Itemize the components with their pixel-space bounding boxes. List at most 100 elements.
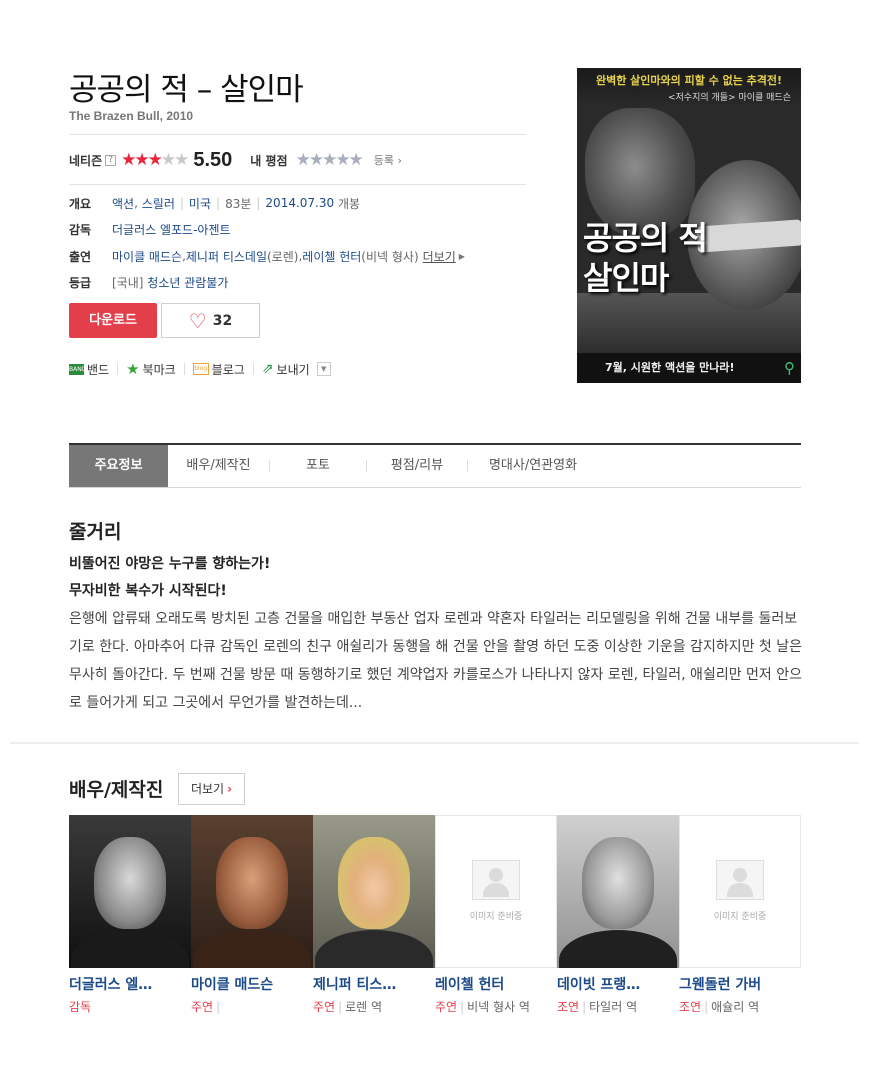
cast-role-info: 주연 | 비넥 형사 역	[435, 997, 553, 1017]
cast-role-type: 주연	[191, 1000, 214, 1014]
cast-role: (비넥 형사)	[361, 249, 419, 264]
grade-link[interactable]: 청소년 관람불가	[147, 274, 228, 291]
info-cast-label: 출연	[69, 249, 92, 264]
like-button[interactable]: ♡ 32	[161, 303, 260, 338]
cast-name-link[interactable]: 레이첼 헌터	[435, 974, 553, 994]
separator: |	[216, 1000, 221, 1014]
release-date-link[interactable]: 2014.07.30	[265, 196, 334, 210]
separator: |	[704, 1000, 709, 1014]
register-rating-link[interactable]: 등록 ›	[374, 152, 402, 168]
cast-photo[interactable]	[557, 815, 679, 968]
synopsis-tagline: 비뚤어진 야망은 누구를 향하는가!	[69, 556, 271, 572]
cast-more-link[interactable]: 더보기	[423, 248, 456, 265]
cast-photo[interactable]	[191, 815, 313, 968]
poster-bottom-text: 7월, 시원한 액션을 만나라!	[605, 361, 735, 374]
tab-main-info[interactable]: 주요정보	[69, 445, 168, 487]
bookmark-label: 북마크	[142, 362, 176, 377]
section-divider	[10, 742, 859, 744]
cast-photo[interactable]	[69, 815, 191, 968]
chevron-down-icon[interactable]: ▼	[316, 362, 331, 376]
bookmark-button[interactable]: ★ 북마크	[126, 360, 176, 378]
placeholder-text: 이미지 준비중	[713, 912, 767, 922]
info-cast-row: 출연 마이클 매드슨, 제니퍼 티스데일 (로렌), 레이첼 헌터 (비넥 형사) …	[69, 247, 465, 265]
share-band-label: 밴드	[87, 362, 110, 377]
cast-link[interactable]: 마이클 매드슨	[112, 248, 182, 265]
rating-row: 네티즌 ? ★★★★★ 5.50 내 평점 ★★★★★ 등록 ›	[69, 148, 402, 172]
separator: |	[179, 196, 184, 210]
help-icon[interactable]: ?	[105, 154, 117, 166]
genre-link[interactable]: 액션	[112, 195, 134, 212]
separator: |	[256, 196, 261, 210]
cast-link[interactable]: 제니퍼 티스데일	[186, 248, 267, 265]
cast-card[interactable]: 마이클 매드슨 주연 |	[191, 815, 313, 1017]
download-button[interactable]: 다운로드	[69, 303, 157, 338]
cast-card[interactable]: 이미지 준비중 레이첼 헌터 주연 | 비넥 형사 역	[435, 815, 557, 1017]
cast-card[interactable]: 제니퍼 티스… 주연 | 로렌 역	[313, 815, 435, 1017]
cast-name-link[interactable]: 데이빗 프랭…	[557, 974, 675, 994]
send-button[interactable]: ⇗ 보내기 ▼	[262, 361, 331, 378]
separator	[183, 363, 185, 375]
info-overview-row: 개요 액션, 스릴러 | 미국 | 83분 | 2014.07.30 개봉	[69, 194, 360, 212]
movie-poster[interactable]: 완벽한 살인마와의 피할 수 없는 추격전! <저수지의 개들> 마이클 매드슨…	[577, 68, 801, 383]
info-director-label: 감독	[69, 222, 92, 237]
divider	[69, 134, 526, 135]
image-placeholder-icon	[716, 860, 764, 900]
chevron-right-icon: ›	[397, 154, 402, 167]
genre-separator: ,	[134, 196, 138, 210]
cast-card[interactable]: 이미지 준비중 그웬돌런 가버 조연 | 애슐리 역	[679, 815, 801, 1017]
cast-name-link[interactable]: 더글러스 엘…	[69, 974, 187, 994]
cast-name-link[interactable]: 마이클 매드슨	[191, 974, 309, 994]
cast-character: 타일러 역	[589, 1000, 638, 1014]
send-icon: ⇗	[261, 361, 274, 377]
cast-more-label: 더보기	[190, 782, 225, 796]
cast-link[interactable]: 레이첼 헌터	[302, 248, 361, 265]
cast-role-info: 감독	[69, 997, 187, 1017]
cast-name-link[interactable]: 그웬돌런 가버	[679, 974, 797, 994]
register-rating-label: 등록	[373, 154, 395, 167]
poster-title-line: 살인마	[583, 259, 669, 297]
my-rating-label: 내 평점	[250, 153, 288, 168]
cast-name-link[interactable]: 제니퍼 티스…	[313, 974, 431, 994]
cast-card[interactable]: 데이빗 프랭… 조연 | 타일러 역	[557, 815, 679, 1017]
poster-tagline-sub: <저수지의 개들> 마이클 매드슨	[667, 93, 791, 103]
cast-photo-placeholder[interactable]: 이미지 준비중	[679, 815, 801, 968]
separator	[252, 363, 254, 375]
band-icon: BAND	[69, 363, 87, 375]
tab-bar: 주요정보 배우/제작진 포토 평점/리뷰 명대사/연관영화	[69, 443, 801, 488]
zoom-icon[interactable]: ⚲	[784, 359, 795, 377]
share-blog-button[interactable]: blog 블로그	[192, 361, 245, 378]
star-icon: ★	[126, 360, 140, 378]
triangle-right-icon: ▶	[458, 251, 465, 261]
cast-role: (로렌)	[267, 249, 299, 264]
info-grade-label: 등급	[69, 275, 92, 290]
divider	[69, 184, 526, 185]
my-rating-stars[interactable]: ★★★★★	[296, 151, 364, 169]
separator: |	[338, 1000, 343, 1014]
cast-role-type: 조연	[557, 1000, 580, 1014]
separator: |	[582, 1000, 587, 1014]
cast-character: 비넥 형사 역	[467, 1000, 530, 1014]
share-band-button[interactable]: BAND 밴드	[69, 361, 109, 378]
cast-role-info: 조연 | 타일러 역	[557, 997, 675, 1017]
grade-prefix: [국내]	[112, 275, 144, 290]
separator: |	[216, 196, 221, 210]
cast-card[interactable]: 더글러스 엘… 감독	[69, 815, 191, 1017]
person-silhouette	[94, 837, 166, 929]
cast-more-button[interactable]: 더보기 ›	[178, 773, 245, 805]
netizen-rating-label: 네티즌	[69, 153, 103, 168]
tab-rating-review[interactable]: 평점/리뷰	[367, 445, 467, 487]
cast-list: 더글러스 엘… 감독 마이클 매드슨 주연 | 제니퍼 티스… 주연 | 로렌 역	[69, 815, 801, 1017]
cast-photo-placeholder[interactable]: 이미지 준비중	[435, 815, 557, 968]
chevron-right-icon: ›	[227, 782, 233, 796]
synopsis-body: 은행에 압류돼 오래도록 방치된 고층 건물을 매입한 부동산 업자 로렌과 약…	[69, 611, 803, 711]
tab-quotes-related[interactable]: 명대사/연관영화	[468, 445, 598, 487]
cast-character: 로렌 역	[345, 1000, 383, 1014]
country-link[interactable]: 미국	[189, 195, 211, 212]
tab-cast-crew[interactable]: 배우/제작진	[168, 445, 269, 487]
separator	[117, 363, 119, 375]
director-link[interactable]: 더글러스 엘포드-아젠트	[112, 221, 231, 238]
genre-link[interactable]: 스릴러	[142, 195, 175, 212]
tab-photo[interactable]: 포토	[270, 445, 366, 487]
person-silhouette	[338, 837, 410, 929]
cast-photo[interactable]	[313, 815, 435, 968]
